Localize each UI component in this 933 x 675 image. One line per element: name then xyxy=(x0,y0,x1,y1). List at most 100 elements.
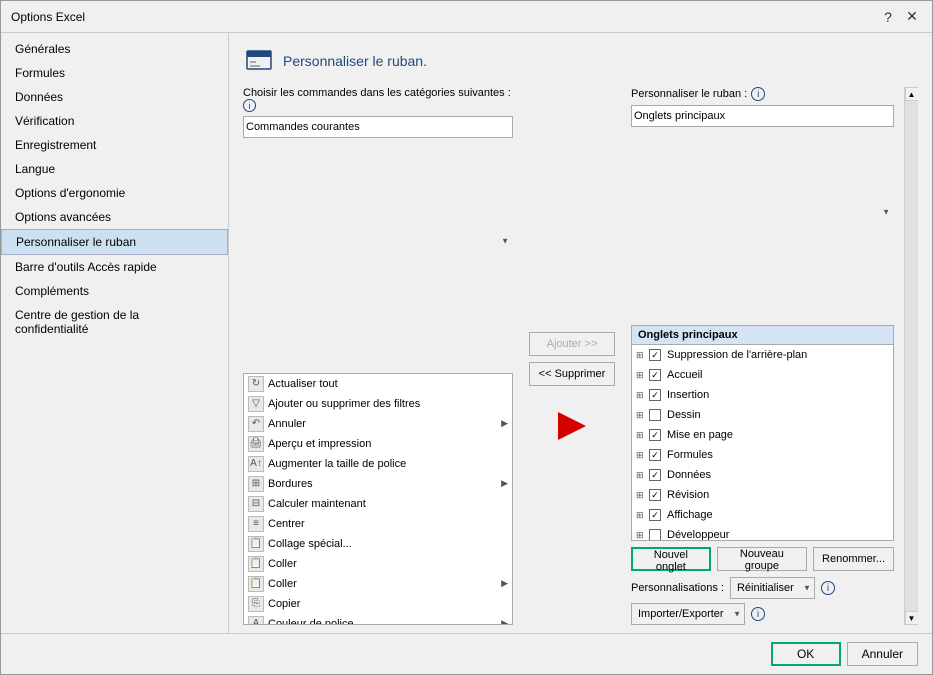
ribbon-info-icon[interactable]: i xyxy=(751,87,765,101)
scroll-up-arrow[interactable]: ▲ xyxy=(905,87,919,101)
tree-item[interactable]: ⊞Mise en page xyxy=(632,425,893,445)
command-item[interactable]: 📋Coller▶ xyxy=(244,574,512,594)
expand-icon[interactable]: ⊞ xyxy=(636,510,646,521)
command-item[interactable]: ↻Actualiser tout xyxy=(244,374,512,394)
category-select[interactable]: Commandes courantes xyxy=(243,116,513,138)
command-item[interactable]: ≡Centrer xyxy=(244,514,512,534)
reinitialiser-select[interactable]: Réinitialiser xyxy=(730,577,815,599)
tree-checkbox[interactable] xyxy=(649,409,661,421)
command-item[interactable]: ↶Annuler▶ xyxy=(244,414,512,434)
tree-item[interactable]: ⊞Suppression de l'arrière-plan xyxy=(632,345,893,365)
tree-checkbox[interactable] xyxy=(649,469,661,481)
tree-item[interactable]: ⊞ Données xyxy=(632,465,893,485)
tree-checkbox[interactable] xyxy=(649,449,661,461)
new-tab-button[interactable]: Nouvel onglet xyxy=(631,547,711,571)
sidebar-item-enregistrement[interactable]: Enregistrement xyxy=(1,133,228,157)
sidebar-item-langue[interactable]: Langue xyxy=(1,157,228,181)
category-select-wrapper: Commandes courantes xyxy=(243,116,513,367)
command-item[interactable]: ACouleur de police▶ xyxy=(244,614,512,626)
sidebar: GénéralesFormulesDonnéesVérificationEnre… xyxy=(1,33,229,633)
sidebar-item-avancees[interactable]: Options avancées xyxy=(1,205,228,229)
rename-button[interactable]: Renommer... xyxy=(813,547,894,571)
expand-icon[interactable]: ⊞ xyxy=(636,410,646,421)
sidebar-item-complements[interactable]: Compléments xyxy=(1,279,228,303)
tree-checkbox[interactable] xyxy=(649,489,661,501)
tree-item-label: Données xyxy=(667,469,711,481)
expand-icon[interactable]: ⊞ xyxy=(636,430,646,441)
sidebar-item-ruban[interactable]: Personnaliser le ruban xyxy=(1,229,228,255)
command-item[interactable]: 📋Coller xyxy=(244,554,512,574)
command-item[interactable]: 📋Collage spécial... xyxy=(244,534,512,554)
command-label: Coller xyxy=(268,558,297,570)
command-label: Coller xyxy=(268,578,297,590)
help-button[interactable]: ? xyxy=(878,7,898,27)
tree-checkbox[interactable] xyxy=(649,369,661,381)
tree-checkbox[interactable] xyxy=(649,429,661,441)
paste2-icon: 📋 xyxy=(248,576,264,592)
tree-item[interactable]: ⊞Formules xyxy=(632,445,893,465)
submenu-arrow-icon: ▶ xyxy=(501,418,508,429)
command-item[interactable]: A↑Augmenter la taille de police xyxy=(244,454,512,474)
personalizations-info-icon[interactable]: i xyxy=(821,581,835,595)
tree-checkbox[interactable] xyxy=(649,529,661,541)
tree-checkbox[interactable] xyxy=(649,389,661,401)
expand-icon[interactable]: ⊞ xyxy=(636,530,646,541)
command-item[interactable]: ▽Ajouter ou supprimer des filtres xyxy=(244,394,512,414)
import-export-row: Importer/Exporter i xyxy=(631,603,894,625)
tree-item-label: Accueil xyxy=(667,369,702,381)
sidebar-item-verification[interactable]: Vérification xyxy=(1,109,228,133)
tree-item-label: Révision xyxy=(667,489,709,501)
expand-icon[interactable]: ⊞ xyxy=(636,390,646,401)
expand-icon[interactable]: ⊞ xyxy=(636,450,646,461)
command-label: Collage spécial... xyxy=(268,538,352,550)
sidebar-item-generales[interactable]: Générales xyxy=(1,37,228,61)
ribbon-select[interactable]: Onglets principaux xyxy=(631,105,894,127)
refresh-icon: ↻ xyxy=(248,376,264,392)
expand-icon[interactable]: ⊞ xyxy=(636,470,646,481)
command-item[interactable]: ⊟Calculer maintenant xyxy=(244,494,512,514)
section-title: Personnaliser le ruban. xyxy=(283,53,427,69)
expand-icon[interactable]: ⊞ xyxy=(636,350,646,361)
command-label: Augmenter la taille de police xyxy=(268,458,406,470)
scroll-down-arrow[interactable]: ▼ xyxy=(905,611,919,625)
command-item[interactable]: ⎘Copier xyxy=(244,594,512,614)
tree-item[interactable]: ⊞Dessin xyxy=(632,405,893,425)
sidebar-item-acces-rapide[interactable]: Barre d'outils Accès rapide xyxy=(1,255,228,279)
title-bar: Options Excel ? ✕ xyxy=(1,1,932,33)
import-export-select[interactable]: Importer/Exporter xyxy=(631,603,745,625)
import-export-wrap: Importer/Exporter xyxy=(631,603,745,625)
command-label: Centrer xyxy=(268,518,305,530)
undo-icon: ↶ xyxy=(248,416,264,432)
tree-item[interactable]: ⊞Affichage xyxy=(632,505,893,525)
sidebar-item-donnees[interactable]: Données xyxy=(1,85,228,109)
expand-icon[interactable]: ⊞ xyxy=(636,370,646,381)
ribbon-panel: Personnaliser le ruban : i Onglets princ… xyxy=(631,87,894,625)
reinitialiser-wrap: Réinitialiser xyxy=(730,577,815,599)
tree-item[interactable]: ⊞ Accueil xyxy=(632,365,893,385)
tree-checkbox[interactable] xyxy=(649,509,661,521)
new-group-button[interactable]: Nouveau groupe xyxy=(717,547,807,571)
tree-item[interactable]: ⊞ Révision xyxy=(632,485,893,505)
expand-icon[interactable]: ⊞ xyxy=(636,490,646,501)
red-arrow-icon xyxy=(558,412,586,440)
import-export-info-icon[interactable]: i xyxy=(751,607,765,621)
tree-item[interactable]: ⊞Développeur xyxy=(632,525,893,541)
sidebar-item-confidentialite[interactable]: Centre de gestion de la confidentialité xyxy=(1,303,228,341)
command-label: Calculer maintenant xyxy=(268,498,366,510)
sidebar-item-formules[interactable]: Formules xyxy=(1,61,228,85)
right-scrollbar: ▲ ▼ xyxy=(904,87,918,625)
command-item[interactable]: 🖨 Aperçu et impression xyxy=(244,434,512,454)
add-button[interactable]: Ajouter >> xyxy=(529,332,615,356)
ok-button[interactable]: OK xyxy=(771,642,841,666)
command-item[interactable]: ⊞Bordures▶ xyxy=(244,474,512,494)
print-preview-icon: 🖨 xyxy=(248,436,264,452)
cancel-button[interactable]: Annuler xyxy=(847,642,918,666)
remove-button[interactable]: << Supprimer xyxy=(529,362,615,386)
tree-checkbox[interactable] xyxy=(649,349,661,361)
ribbon-select-wrapper: Onglets principaux xyxy=(631,105,894,319)
close-button[interactable]: ✕ xyxy=(902,7,922,27)
sidebar-item-ergonomie[interactable]: Options d'ergonomie xyxy=(1,181,228,205)
command-label: Aperçu et impression xyxy=(268,438,371,450)
commands-info-icon[interactable]: i xyxy=(243,100,256,112)
tree-item[interactable]: ⊞Insertion xyxy=(632,385,893,405)
